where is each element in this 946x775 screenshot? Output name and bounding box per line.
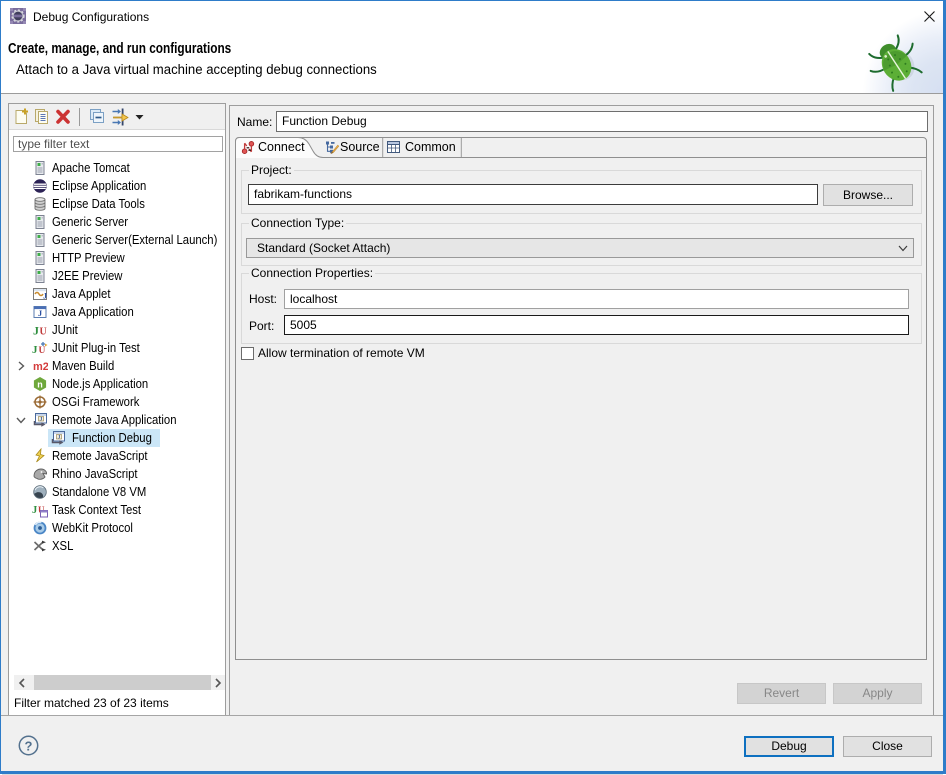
svg-text:?: ? — [25, 739, 33, 754]
